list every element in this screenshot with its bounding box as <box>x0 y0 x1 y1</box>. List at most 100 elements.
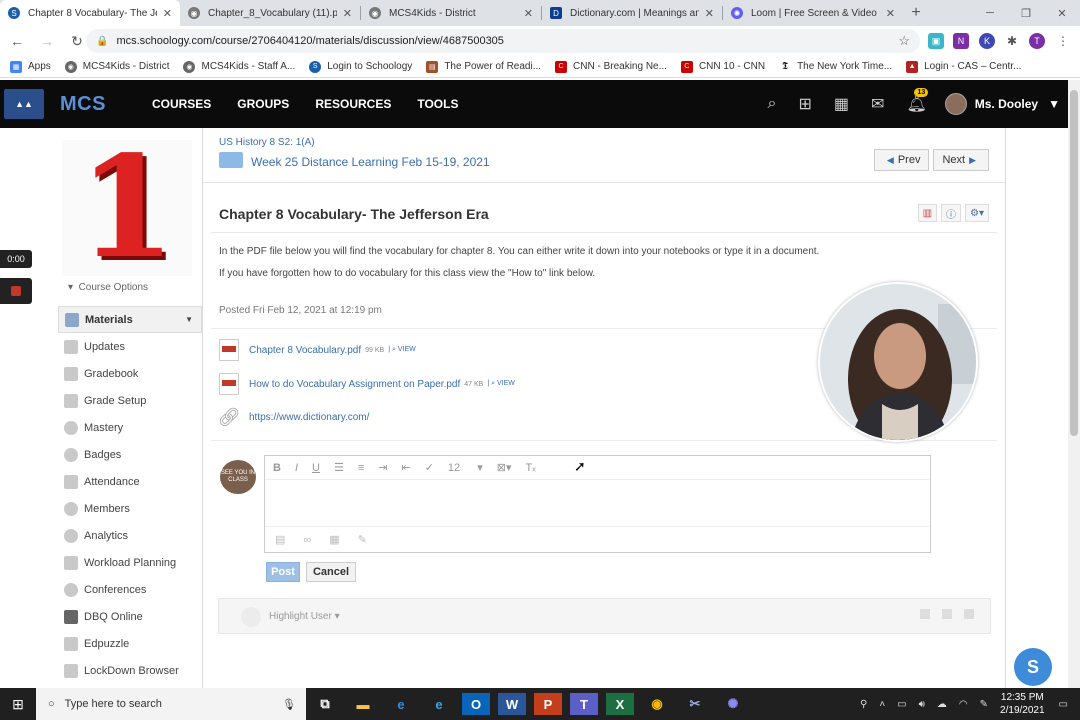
search-icon[interactable]: ⌕ <box>768 95 777 113</box>
numbered-list-icon[interactable]: ≡ <box>358 462 364 474</box>
ie-icon[interactable]: e <box>420 688 458 720</box>
extension-icon[interactable]: ▣ <box>928 33 944 49</box>
sidebar-item-conferences[interactable]: Conferences <box>58 576 202 603</box>
close-icon[interactable]: ✕ <box>524 7 533 20</box>
bookmark-item[interactable]: 𝕿 The New York Time... <box>779 60 892 73</box>
clear-format-icon[interactable]: Tₓ <box>526 462 536 474</box>
star-icon[interactable]: ☆ <box>898 33 910 49</box>
bold-icon[interactable]: B <box>273 462 281 474</box>
chrome-icon[interactable]: ◉ <box>638 688 676 720</box>
view-link[interactable]: | ⌕ VIEW <box>388 346 416 354</box>
info-icon[interactable]: ⓘ <box>941 204 962 222</box>
bookmark-item[interactable]: ◉ MCS4Kids - District <box>64 60 169 73</box>
bookmark-item[interactable]: ◉ MCS4Kids - Staff A... <box>183 60 295 73</box>
comment-editor[interactable]: B I U ☰ ≡ ⇥ ⇤ ✓ 12 ▾ ⊠▾ Tₓ ▤ ∞ ▦ ✎ <box>264 455 931 553</box>
bookmark-item[interactable]: C CNN 10 - CNN <box>680 60 765 73</box>
outlook-icon[interactable]: O <box>462 693 490 715</box>
menu-dots-icon[interactable]: ⋮ <box>1055 33 1071 49</box>
collapse-icon[interactable] <box>964 609 974 619</box>
close-icon[interactable]: ✕ <box>343 7 352 20</box>
attachment-link[interactable]: Chapter 8 Vocabulary.pdf <box>249 345 361 356</box>
close-icon[interactable]: ✕ <box>886 7 895 20</box>
loom-camera-bubble[interactable] <box>818 282 978 442</box>
chevron-up-icon[interactable]: ˄ <box>879 699 885 710</box>
browser-tab[interactable]: D Dictionary.com | Meanings and ✕ <box>542 0 722 26</box>
page-scrollbar[interactable] <box>1068 80 1080 688</box>
task-view-icon[interactable]: ⧉ <box>306 688 344 720</box>
sidebar-item-badges[interactable]: Badges <box>58 441 202 468</box>
nav-tools[interactable]: TOOLS <box>417 97 458 111</box>
nav-groups[interactable]: GROUPS <box>237 97 289 111</box>
nav-resources[interactable]: RESOURCES <box>315 97 391 111</box>
sidebar-item-gradebook[interactable]: Gradebook <box>58 360 202 387</box>
outdent-icon[interactable]: ⇤ <box>401 461 410 474</box>
comment-textarea[interactable] <box>265 480 930 526</box>
scrollbar-thumb[interactable] <box>1070 90 1078 436</box>
browser-tab[interactable]: S Chapter 8 Vocabulary- The Jeff ✕ <box>0 0 180 26</box>
next-button[interactable]: Next ▶ <box>933 149 989 171</box>
sidebar-item-dbq-online[interactable]: DBQ Online <box>58 603 202 630</box>
file-explorer-icon[interactable]: ▬ <box>344 688 382 720</box>
edge-icon[interactable]: e <box>382 688 420 720</box>
puzzle-icon[interactable]: ✱ <box>1004 33 1020 49</box>
bookmark-item[interactable]: ▤ The Power of Readi... <box>426 60 541 73</box>
logo-text[interactable]: MCS <box>60 93 106 116</box>
close-icon[interactable]: ✕ <box>163 7 172 20</box>
close-icon[interactable]: ✕ <box>705 7 714 20</box>
calendar-icon[interactable]: ▦ <box>834 94 849 114</box>
avatar[interactable] <box>944 93 967 115</box>
user-name[interactable]: Ms. Dooley <box>975 97 1038 111</box>
spellcheck-icon[interactable]: ✓ <box>425 461 434 474</box>
wifi-icon[interactable]: ◠ <box>959 699 968 710</box>
highlight-user-dropdown[interactable]: Highlight User ▾ <box>269 611 340 622</box>
profile-avatar[interactable]: T <box>1029 33 1045 49</box>
gear-icon[interactable]: ⚙▾ <box>965 204 989 222</box>
clock[interactable]: 12:35 PM 2/19/2021 <box>1000 691 1045 717</box>
list-view-icon[interactable] <box>920 609 930 619</box>
sidebar-item-mastery[interactable]: Mastery <box>58 414 202 441</box>
close-window-icon[interactable]: ✕ <box>1044 0 1080 26</box>
back-icon[interactable]: ← <box>4 28 30 54</box>
pen-icon[interactable]: ✎ <box>980 699 988 710</box>
italic-icon[interactable]: I <box>295 462 298 474</box>
excel-icon[interactable]: X <box>606 693 634 715</box>
apps-grid-icon[interactable]: ⊞ <box>799 94 812 114</box>
sidebar-item-grade-setup[interactable]: Grade Setup <box>58 387 202 414</box>
bullet-list-icon[interactable]: ☰ <box>334 461 344 474</box>
external-link[interactable]: https://www.dictionary.com/ <box>249 412 369 423</box>
browser-tab[interactable]: ✺ Loom | Free Screen & Video Re ✕ <box>723 0 903 26</box>
minimize-icon[interactable]: ─ <box>972 0 1008 26</box>
bookmark-item[interactable]: ▲ Login - CAS – Centr... <box>906 60 1021 73</box>
sidebar-item-edpuzzle[interactable]: Edpuzzle <box>58 630 202 657</box>
windows-start-icon[interactable]: ⊞ <box>0 688 36 720</box>
forward-icon[interactable]: → <box>34 28 60 54</box>
sidebar-item-attendance[interactable]: Attendance <box>58 468 202 495</box>
extension-k-icon[interactable]: K <box>979 33 995 49</box>
bell-icon[interactable]: 🔔︎ 13 <box>906 88 929 114</box>
link-icon[interactable]: ∞ <box>303 534 311 546</box>
bookmark-item[interactable]: S Login to Schoology <box>309 60 412 73</box>
mail-icon[interactable]: ✉ <box>871 94 884 114</box>
analytics-chart-icon[interactable]: ▥ <box>917 204 938 222</box>
sidebar-assistant-button[interactable]: S <box>1014 648 1052 686</box>
cancel-button[interactable]: Cancel <box>306 562 356 582</box>
new-tab-button[interactable]: + <box>903 0 929 26</box>
sidebar-item-materials[interactable]: Materials ▼ <box>58 306 202 333</box>
taskbar-search[interactable]: ○ Type here to search 🎙︎ <box>36 688 306 720</box>
chevron-down-icon[interactable]: ▼ <box>1048 97 1060 111</box>
view-link[interactable]: | ⌕ VIEW <box>487 380 515 388</box>
bookmark-apps[interactable]: ▦ Apps <box>10 60 51 73</box>
sidebar-item-members[interactable]: Members <box>58 495 202 522</box>
volume-icon[interactable]: 🔊︎ <box>919 699 925 710</box>
loom-stop-button[interactable] <box>0 278 32 304</box>
attachment-link[interactable]: How to do Vocabulary Assignment on Paper… <box>249 379 460 390</box>
embed-icon[interactable]: ✎ <box>358 533 367 546</box>
network-icon[interactable]: ▭ <box>897 699 906 710</box>
insert-table-icon[interactable]: ⊠▾ <box>497 461 512 474</box>
thread-view-icon[interactable] <box>942 609 952 619</box>
loom-icon[interactable]: ✺ <box>714 688 752 720</box>
word-icon[interactable]: W <box>498 693 526 715</box>
bookmark-item[interactable]: C CNN - Breaking Ne... <box>555 60 667 73</box>
sidebar-item-lockdown-browser[interactable]: LockDown Browser <box>58 657 202 684</box>
notifications-icon[interactable]: ▭ <box>1059 699 1068 710</box>
